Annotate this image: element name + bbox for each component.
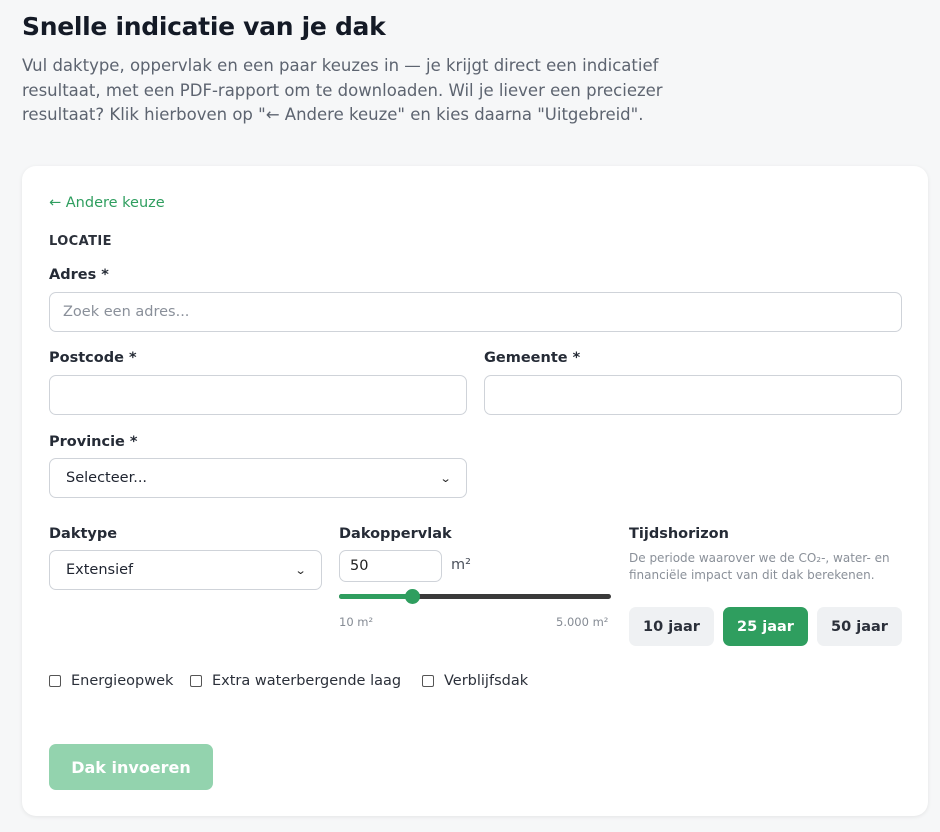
checkbox-recreation-roof[interactable]: Verblijfsdak: [422, 673, 528, 689]
province-select-value: Selecteer...: [66, 470, 148, 486]
back-link[interactable]: ← Andere keuze: [49, 195, 165, 211]
checkbox-label: Extra waterbergende laag: [212, 673, 402, 689]
checkbox-box[interactable]: [49, 675, 61, 687]
checkbox-label: Energieopwek: [71, 673, 174, 689]
chevron-down-icon: ⌄: [294, 563, 307, 577]
roof-area-slider-fill: [339, 594, 413, 599]
horizon-option-25[interactable]: 25 jaar: [723, 607, 808, 646]
checkbox-energy[interactable]: Energieopwek: [49, 673, 173, 689]
checkbox-water-layer[interactable]: Extra waterbergende laag: [190, 673, 401, 689]
roof-type-label: Daktype: [49, 526, 118, 542]
roof-type-select[interactable]: Extensief ⌄: [49, 550, 322, 590]
address-label: Adres *: [49, 267, 109, 283]
roof-type-select-value: Extensief: [66, 562, 134, 578]
page-intro: Vul daktype, oppervlak en een paar keuze…: [22, 56, 663, 124]
address-input[interactable]: [49, 292, 902, 332]
roof-area-max-label: 5.000 m²: [556, 615, 609, 629]
submit-roof-button[interactable]: Dak invoeren: [49, 744, 213, 790]
horizon-option-50[interactable]: 50 jaar: [817, 607, 902, 646]
roof-area-unit: m²: [451, 557, 471, 573]
postcode-input[interactable]: [49, 375, 467, 415]
postcode-label: Postcode *: [49, 350, 137, 366]
time-horizon-help: De periode waarover we de CO₂-, water- e…: [629, 551, 890, 582]
time-horizon-label: Tijdshorizon: [629, 526, 729, 542]
province-label: Provincie *: [49, 434, 138, 450]
horizon-option-10[interactable]: 10 jaar: [629, 607, 714, 646]
roof-area-input[interactable]: [339, 550, 442, 582]
roof-form-card: ← Andere keuze LOCATIE Adres * Postcode …: [22, 166, 928, 816]
province-select[interactable]: Selecteer... ⌄: [49, 458, 467, 498]
chevron-down-icon: ⌄: [439, 471, 452, 485]
roof-area-slider-thumb[interactable]: [405, 589, 421, 604]
municipality-input[interactable]: [484, 375, 902, 415]
roof-area-label: Dakoppervlak: [339, 526, 452, 542]
roof-area-min-label: 10 m²: [339, 615, 374, 629]
roof-area-slider[interactable]: [339, 589, 611, 604]
section-label-location: LOCATIE: [49, 234, 112, 249]
checkbox-box[interactable]: [190, 675, 202, 687]
checkbox-box[interactable]: [422, 675, 434, 687]
municipality-label: Gemeente *: [484, 350, 581, 366]
page-title: Snelle indicatie van je dak: [22, 12, 386, 41]
checkbox-label: Verblijfsdak: [444, 673, 529, 689]
